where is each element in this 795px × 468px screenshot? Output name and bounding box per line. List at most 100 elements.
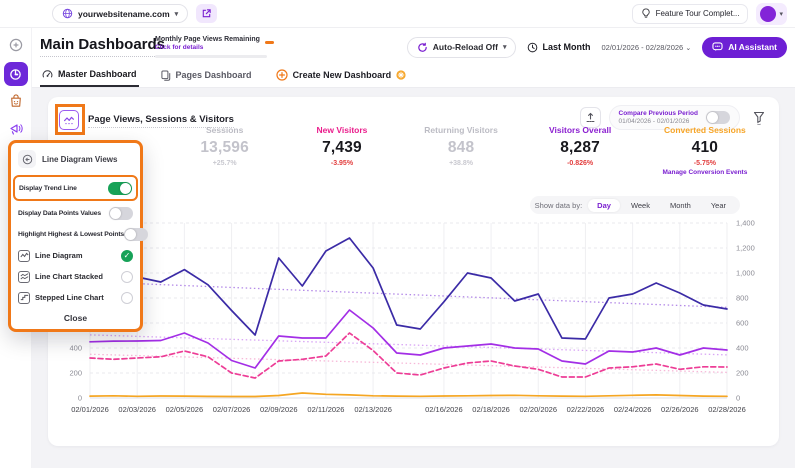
svg-text:1,000: 1,000 — [736, 269, 755, 278]
svg-text:02/24/2026: 02/24/2026 — [614, 405, 652, 414]
toggle-label: Display Data Points Values — [18, 210, 101, 217]
segment-year[interactable]: Year — [702, 199, 735, 212]
export-icon — [585, 112, 596, 123]
sidebar-item-announcements[interactable] — [9, 122, 23, 135]
user-menu[interactable]: ▾ — [756, 3, 787, 25]
radio-stepped-line-chart[interactable] — [121, 292, 133, 304]
tab-master-dashboard[interactable]: Master Dashboard — [40, 63, 139, 87]
close-button[interactable]: Close — [18, 313, 133, 323]
feature-tour-button[interactable]: Feature Tour Complet... — [632, 4, 749, 24]
tab-create-new-dashboard[interactable]: Create New Dashboard — [274, 63, 409, 87]
sidebar-item-dashboards[interactable] — [4, 62, 28, 86]
chart-settings-button[interactable] — [59, 110, 79, 130]
show-data-by-label: Show data by: — [535, 201, 583, 210]
compare-toggle[interactable] — [706, 111, 730, 124]
tab-label: Master Dashboard — [58, 69, 137, 79]
manage-conversion-events-link[interactable]: Manage Conversion Events — [662, 169, 747, 176]
shopping-bag-icon — [9, 94, 22, 108]
metric-label: Converted Sessions — [662, 125, 747, 135]
metric-delta: -0.826% — [545, 160, 615, 167]
svg-text:600: 600 — [736, 319, 749, 328]
metrics-row: Sessions 13,596 +25.7% New Visitors 7,43… — [166, 125, 771, 176]
lightbulb-icon — [641, 8, 651, 19]
ai-assistant-label: AI Assistant — [728, 42, 777, 52]
globe-icon — [62, 8, 73, 19]
auto-reload-select[interactable]: Auto-Reload Off ▾ — [407, 37, 517, 58]
segment-day[interactable]: Day — [588, 199, 620, 212]
date-range-select[interactable]: 02/01/2026 - 02/28/2026 ⌄ — [601, 43, 691, 52]
svg-text:02/05/2026: 02/05/2026 — [166, 405, 204, 414]
toggle-row-highlight-points: Highlight Highest & Lowest Points — [18, 225, 133, 243]
radio-line-chart-stacked[interactable] — [121, 271, 133, 283]
metric-value: 7,439 — [307, 139, 377, 157]
svg-text:02/01/2026: 02/01/2026 — [71, 405, 109, 414]
tab-label: Pages Dashboard — [176, 70, 252, 80]
chart-svg: 02/01/202602/03/202602/05/202602/07/2026… — [48, 215, 779, 430]
toggle-label: Highlight Highest & Lowest Points — [18, 231, 124, 238]
svg-text:02/18/2026: 02/18/2026 — [472, 405, 510, 414]
svg-text:02/22/2026: 02/22/2026 — [567, 405, 605, 414]
topbar: yourwebsitename.com ▾ Feature Tour Compl… — [0, 0, 795, 28]
site-selector[interactable]: yourwebsitename.com ▾ — [52, 4, 188, 23]
ai-assistant-button[interactable]: AI Assistant — [702, 37, 787, 58]
auto-reload-label: Auto-Reload Off — [433, 42, 498, 52]
period-label[interactable]: Last Month — [527, 42, 590, 53]
segment-month[interactable]: Month — [661, 199, 700, 212]
monthly-details-link[interactable]: Click for details — [155, 44, 273, 51]
sidebar-item-add[interactable] — [9, 38, 23, 52]
svg-text:400: 400 — [69, 344, 82, 353]
option-stepped-line-chart[interactable]: Stepped Line Chart — [18, 288, 133, 307]
filter-icon — [753, 111, 765, 125]
svg-text:02/28/2026: 02/28/2026 — [708, 405, 746, 414]
svg-text:1,200: 1,200 — [736, 244, 755, 253]
svg-text:0: 0 — [736, 394, 740, 403]
display-trend-line-toggle[interactable] — [108, 182, 132, 195]
sidebar-item-store[interactable] — [9, 94, 22, 108]
date-range-text: 02/01/2026 - 02/28/2026 — [601, 43, 683, 52]
site-name: yourwebsitename.com — [78, 9, 170, 19]
svg-text:02/16/2026: 02/16/2026 — [425, 405, 463, 414]
tab-pages-dashboard[interactable]: Pages Dashboard — [159, 63, 254, 87]
segment-week[interactable]: Week — [622, 199, 659, 212]
svg-text:02/03/2026: 02/03/2026 — [118, 405, 156, 414]
svg-text:02/11/2026: 02/11/2026 — [307, 405, 344, 414]
option-label: Stepped Line Chart — [35, 293, 116, 302]
line-diagram-views-popover: Line Diagram Views Display Trend Line Di… — [8, 140, 143, 332]
option-line-chart-stacked[interactable]: Line Chart Stacked — [18, 267, 133, 286]
compare-range: 01/04/2026 - 02/01/2026 — [619, 118, 698, 125]
main-content: Page Views, Sessions & Visitors Compare … — [32, 88, 795, 468]
widget-panel: Page Views, Sessions & Visitors Compare … — [48, 97, 779, 446]
clock-icon — [527, 42, 538, 53]
metric-new-visitors: New Visitors 7,439 -3.95% — [307, 125, 377, 176]
dashboard-icon — [9, 68, 22, 81]
megaphone-icon — [9, 122, 23, 135]
circle-plus-icon — [9, 38, 23, 52]
tab-label: Create New Dashboard — [293, 70, 392, 80]
chevron-down-icon: ▾ — [175, 10, 179, 18]
metric-delta: +25.7% — [190, 160, 260, 167]
views-icon — [18, 150, 36, 168]
radio-line-diagram[interactable]: ✓ — [121, 250, 133, 262]
line-diagram-icon — [18, 250, 30, 262]
svg-text:02/26/2026: 02/26/2026 — [661, 405, 699, 414]
line-chart-icon — [63, 114, 75, 126]
svg-text:02/09/2026: 02/09/2026 — [260, 405, 298, 414]
display-data-points-toggle[interactable] — [109, 207, 133, 220]
gauge-icon — [42, 69, 53, 80]
metric-label: Returning Visitors — [424, 125, 498, 135]
external-link-icon — [201, 8, 212, 19]
metric-value: 8,287 — [545, 139, 615, 157]
metric-delta: +38.8% — [424, 160, 498, 167]
monthly-usage-indicator — [265, 41, 274, 44]
line-chart: 02/01/202602/03/202602/05/202602/07/2026… — [48, 215, 779, 430]
option-line-diagram[interactable]: Line Diagram ✓ — [18, 246, 133, 265]
open-site-button[interactable] — [196, 4, 217, 23]
metric-converted-sessions: Converted Sessions 410 -5.75% Manage Con… — [662, 125, 747, 176]
svg-text:800: 800 — [736, 294, 749, 303]
highlight-points-toggle[interactable] — [124, 228, 148, 241]
chevron-down-icon: ▾ — [779, 10, 783, 18]
header-controls: Auto-Reload Off ▾ Last Month 02/01/2026 … — [407, 36, 787, 58]
app-window: yourwebsitename.com ▾ Feature Tour Compl… — [0, 0, 795, 468]
chat-icon — [712, 42, 723, 52]
popover-title: Line Diagram Views — [42, 155, 117, 164]
